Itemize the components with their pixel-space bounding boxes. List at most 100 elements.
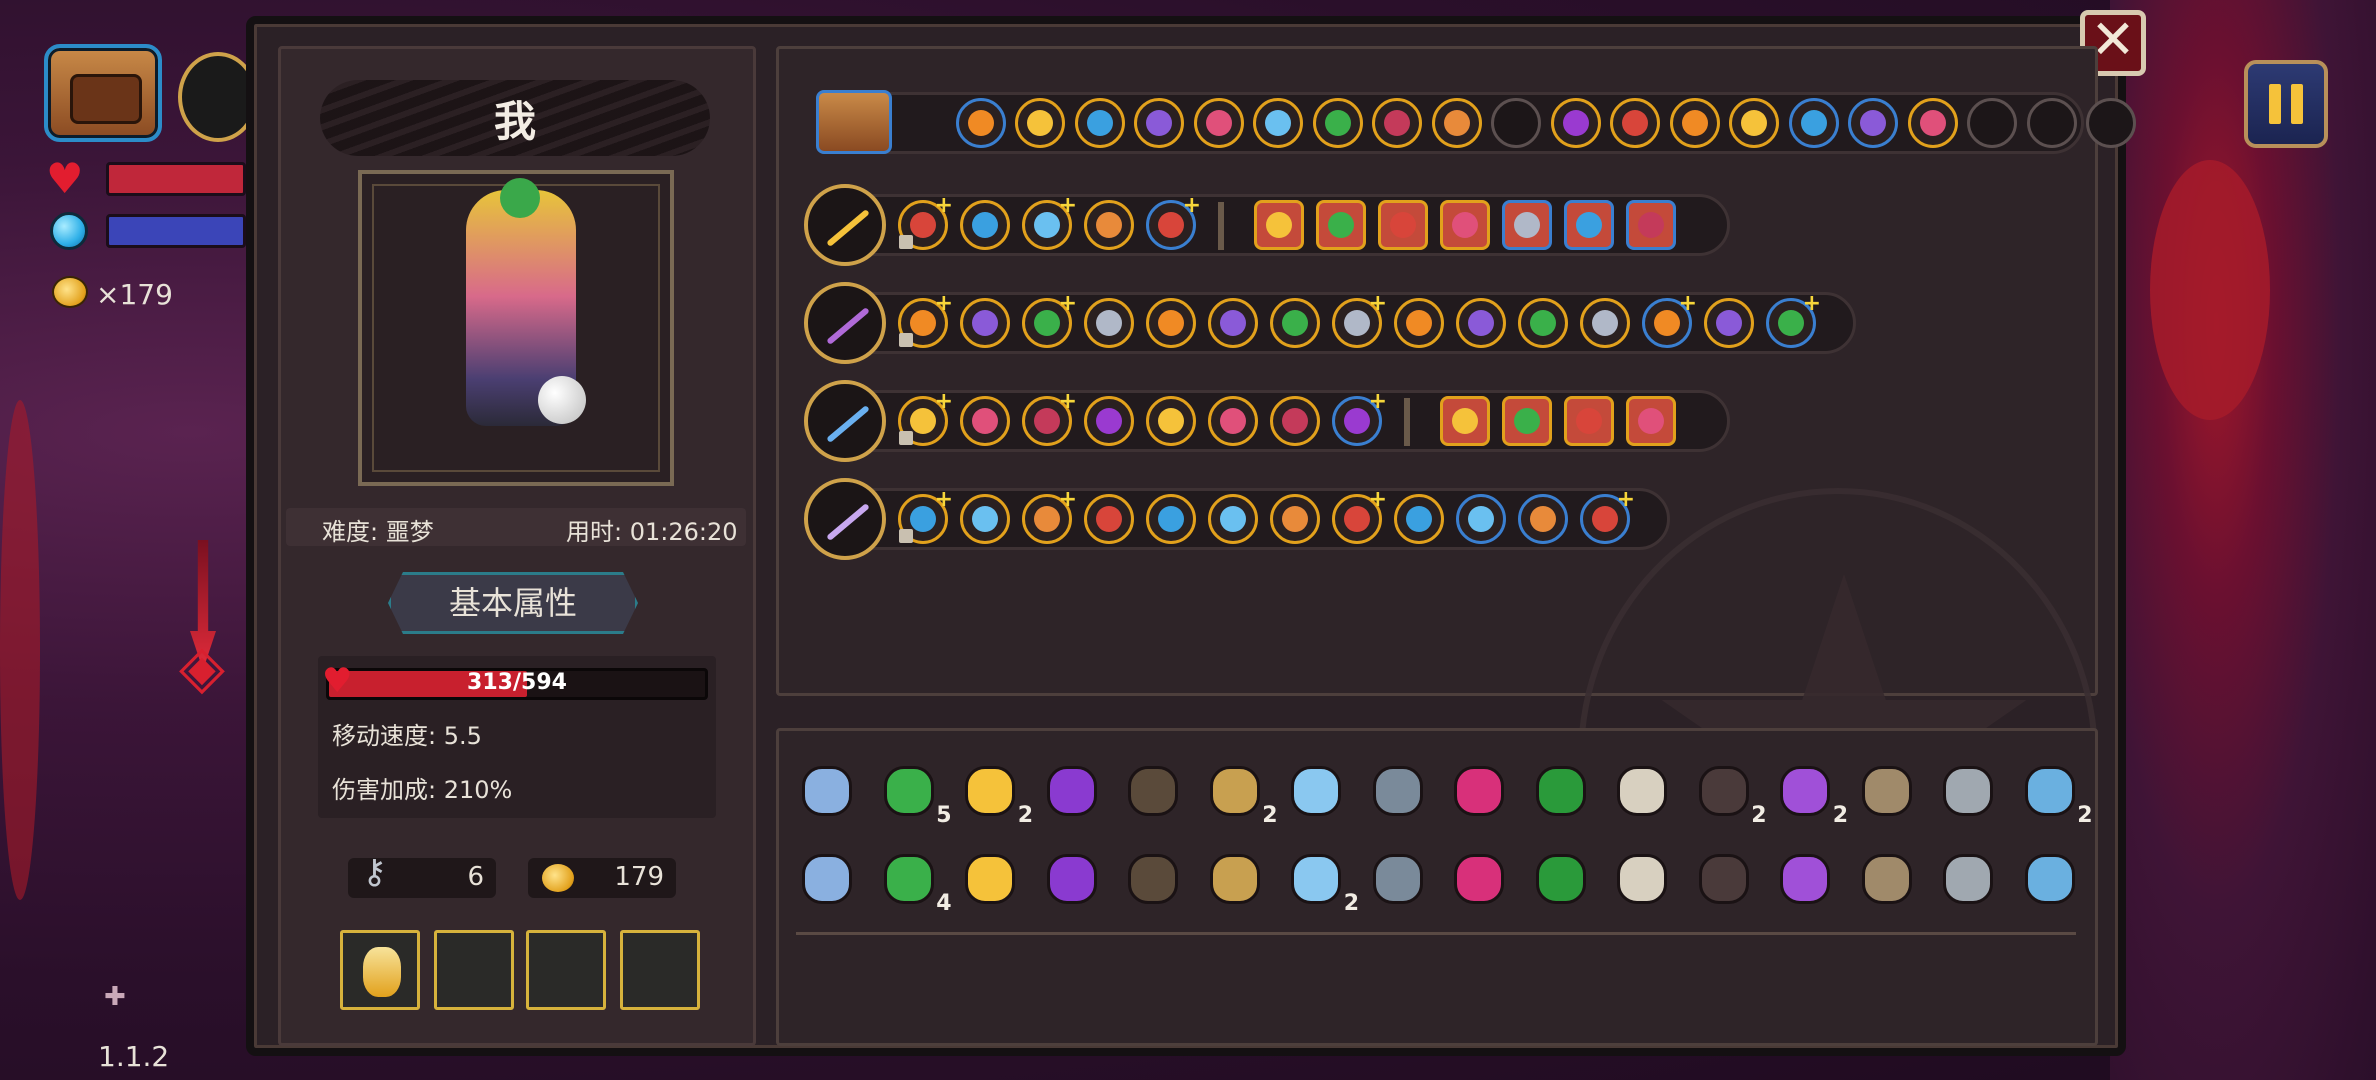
skill-icon[interactable] (1084, 396, 1134, 446)
flame-arrows-icon[interactable] (1015, 98, 1065, 148)
scroll-icon[interactable] (1041, 848, 1103, 910)
red-eye-icon[interactable]: 2 (1285, 848, 1359, 916)
skill-icon[interactable] (1146, 396, 1196, 446)
skill-icon[interactable]: + (1580, 487, 1635, 544)
clover-icon[interactable]: 5 (878, 760, 952, 828)
blue-cat-icon[interactable] (1788, 98, 1839, 148)
gold-flower-icon[interactable] (1312, 98, 1363, 148)
skill-icon[interactable]: + (898, 291, 953, 348)
skill-icon[interactable] (1208, 396, 1258, 446)
skill-icon[interactable]: + (898, 389, 953, 446)
relic-icon[interactable] (1502, 200, 1552, 250)
skill-icon[interactable] (960, 494, 1010, 544)
relic-icon[interactable] (1564, 396, 1614, 446)
skill-icon[interactable] (1456, 494, 1506, 544)
skill-icon[interactable] (1270, 396, 1320, 446)
consumable-slot-2[interactable] (434, 930, 514, 1010)
skill-icon[interactable] (1208, 494, 1258, 544)
skill-icon[interactable]: + (1022, 389, 1077, 446)
sword-blue-icon[interactable] (955, 98, 1006, 148)
green-cube-icon[interactable] (1448, 848, 1510, 910)
skill-icon[interactable]: + (1146, 193, 1201, 250)
skill-icon[interactable]: + (1642, 291, 1697, 348)
relic-icon[interactable] (1626, 396, 1676, 446)
relic-icon[interactable] (1564, 200, 1614, 250)
purple-boot-icon[interactable]: 2 (1774, 760, 1848, 828)
red-spiral-icon[interactable] (1193, 98, 1244, 148)
relic-icon[interactable] (1378, 200, 1428, 250)
purple-staff-icon[interactable] (804, 282, 886, 364)
skill-icon[interactable] (1518, 298, 1568, 348)
golden-sword-icon[interactable] (804, 184, 886, 266)
blue-scepter-icon[interactable] (804, 380, 886, 462)
skill-icon[interactable]: + (898, 193, 953, 250)
blue-lotus-icon[interactable] (1204, 848, 1266, 910)
skill-icon[interactable] (960, 396, 1010, 446)
skill-icon[interactable] (1146, 494, 1196, 544)
hourglass-item-icon[interactable]: 2 (1204, 760, 1278, 828)
skill-icon[interactable] (1084, 200, 1134, 250)
skill-icon[interactable]: + (1332, 389, 1387, 446)
skill-icon[interactable] (1704, 298, 1754, 348)
spear-icon[interactable] (1937, 760, 1999, 822)
skill-icon[interactable] (1394, 298, 1444, 348)
skill-icon[interactable] (1084, 494, 1134, 544)
broken-sword-icon[interactable]: 4 (878, 848, 952, 916)
skill-icon[interactable] (1146, 298, 1196, 348)
dark-robe-icon[interactable]: 2 (1693, 760, 1767, 828)
relic-icon[interactable] (1626, 200, 1676, 250)
skill-icon[interactable] (1394, 494, 1444, 544)
purple-rune-icon[interactable] (1611, 848, 1673, 910)
stone-claw-icon[interactable] (1693, 848, 1755, 910)
hourglass-icon[interactable] (1134, 98, 1184, 148)
stone-tablet-icon[interactable] (1856, 760, 1918, 822)
mirror-icon[interactable] (1367, 848, 1429, 910)
skill-icon[interactable] (1270, 494, 1320, 544)
dragonfly-icon[interactable]: 2 (959, 760, 1033, 828)
relic-icon[interactable] (1502, 396, 1552, 446)
moon-stone-icon[interactable] (1550, 98, 1601, 148)
consumable-slot-3[interactable] (526, 930, 606, 1010)
yellow-crescent-icon[interactable] (1907, 98, 1958, 148)
blue-key-icon[interactable] (1285, 760, 1347, 822)
beetle-icon[interactable] (959, 848, 1021, 910)
skill-icon[interactable]: + (1332, 291, 1387, 348)
green-flame-icon[interactable] (1530, 760, 1592, 822)
star-mace-icon[interactable] (804, 478, 886, 560)
feather-icon[interactable] (1611, 760, 1673, 822)
relic-icon[interactable] (1316, 200, 1366, 250)
skill-icon[interactable]: + (1332, 487, 1387, 544)
up-arrows-icon[interactable] (1729, 98, 1779, 148)
gold-crown-icon[interactable] (2019, 848, 2081, 910)
chest-icon[interactable] (816, 90, 892, 154)
yellow-swirl-icon[interactable] (1253, 98, 1303, 148)
skill-icon[interactable]: + (1022, 291, 1077, 348)
relic-icon[interactable] (1440, 200, 1490, 250)
skill-icon[interactable] (1580, 298, 1630, 348)
skill-icon[interactable]: + (1766, 291, 1821, 348)
blue-shield-icon[interactable] (796, 760, 858, 822)
pink-mushroom-icon[interactable] (1610, 98, 1660, 148)
consumable-slot-1[interactable] (340, 930, 420, 1010)
magnifier-icon[interactable]: 2 (2019, 760, 2093, 828)
relic-icon[interactable] (1254, 200, 1304, 250)
skill-icon[interactable]: + (898, 487, 953, 544)
ear-icon[interactable] (1530, 848, 1592, 910)
crossed-blades-icon[interactable] (1848, 98, 1898, 148)
rainbow-cape-icon[interactable] (1041, 760, 1103, 822)
blue-wave-icon[interactable] (1074, 98, 1125, 148)
skill-icon[interactable] (1518, 494, 1568, 544)
skill-icon[interactable] (960, 298, 1010, 348)
blue-ring-icon[interactable] (1122, 848, 1184, 910)
red-bird-icon[interactable] (1774, 848, 1836, 910)
compass-icon[interactable] (1367, 760, 1429, 822)
relic-icon[interactable] (1440, 396, 1490, 446)
skill-icon[interactable] (960, 200, 1010, 250)
skill-icon[interactable]: + (1022, 487, 1077, 544)
purple-cloak-icon[interactable] (1937, 848, 1999, 910)
ghost-icon[interactable] (1372, 98, 1422, 148)
attributes-tab[interactable]: 基本属性 (388, 572, 638, 634)
antler-icon[interactable] (796, 848, 858, 910)
skill-icon[interactable] (1270, 298, 1320, 348)
purple-crystal-icon[interactable] (1856, 848, 1918, 910)
